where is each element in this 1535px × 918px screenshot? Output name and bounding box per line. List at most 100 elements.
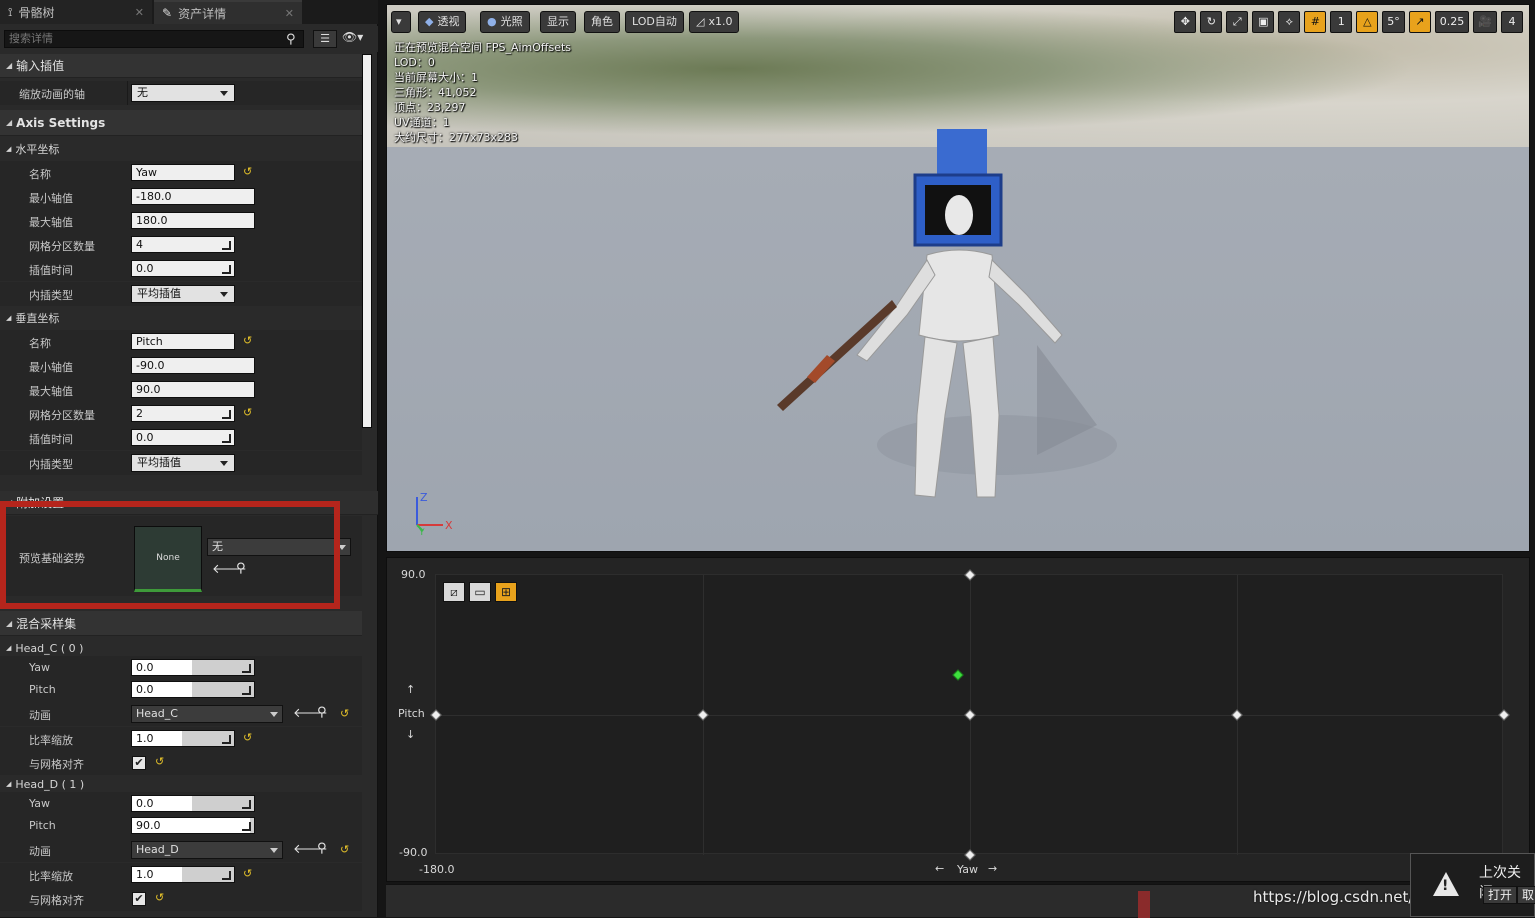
reset-icon[interactable]: ↺ [243, 165, 252, 178]
v-min-field[interactable]: -90.0 [131, 357, 255, 374]
triangulation-toggle-icon[interactable]: ⧄ [443, 582, 465, 602]
sample-point[interactable] [430, 709, 442, 721]
axis-z-label: Z [420, 491, 428, 504]
section-additional[interactable]: ◢ 附加设置 [0, 491, 378, 515]
search-input[interactable]: 搜索详情 [4, 30, 304, 48]
camera-speed-icon[interactable]: 🎥 [1473, 11, 1497, 33]
v-grid-spinbox[interactable]: 2 [131, 405, 235, 422]
field-label: Pitch [29, 683, 56, 696]
h-max-field[interactable]: 180.0 [131, 212, 255, 229]
list-view-icon[interactable]: ☰ [313, 30, 337, 48]
reset-icon[interactable]: ↺ [340, 843, 349, 856]
v-interp-type-dropdown[interactable]: 平均插值 [131, 454, 235, 472]
browse-search-icon[interactable]: ⚲ [317, 841, 327, 856]
camera-speed-value[interactable]: 4 [1501, 11, 1523, 33]
sample-point[interactable] [697, 709, 709, 721]
sample-point[interactable] [964, 709, 976, 721]
s1-anim-dropdown[interactable]: Head_D [131, 841, 283, 859]
reset-icon[interactable]: ↺ [243, 406, 252, 419]
blendspace-grid[interactable] [430, 569, 1510, 861]
s0-pitch-slider[interactable]: 0.0 [131, 681, 255, 698]
s1-snap-checkbox[interactable]: ✔ [132, 892, 146, 906]
h-grid-spinbox[interactable]: 4 [131, 236, 235, 253]
perspective-button[interactable]: ◆ 透视 [418, 11, 467, 33]
expand-icon: ◢ [6, 61, 13, 70]
sample-point[interactable] [964, 569, 976, 581]
expand-icon: ◢ [6, 145, 12, 153]
sample-point[interactable] [1498, 709, 1510, 721]
grid-snap-value[interactable]: 1 [1330, 11, 1353, 33]
tab-skeleton-tree[interactable]: ⟟ 骨骼树 ✕ [0, 0, 152, 24]
grid-snap-icon[interactable]: # [1304, 11, 1327, 33]
fit-to-view-icon[interactable]: ⊞ [495, 582, 517, 602]
surface-snap-icon[interactable]: ⟡ [1278, 11, 1301, 33]
preview-pose-dropdown[interactable]: 无 [207, 538, 351, 556]
reset-icon[interactable]: ↺ [243, 731, 252, 744]
s1-pitch-slider[interactable]: 90.0 [131, 817, 255, 834]
s0-snap-checkbox[interactable]: ✔ [132, 756, 146, 770]
section-axis-settings[interactable]: ◢ Axis Settings [0, 110, 362, 136]
open-button[interactable]: 打开 [1483, 886, 1518, 904]
snap-toolbar: ✥ ↻ ⤢ ▣ ⟡ # 1 △ 5° ↗ 0.25 🎥 4 [1174, 11, 1523, 35]
reset-icon[interactable]: ↺ [243, 334, 252, 347]
v-name-field[interactable]: Pitch [131, 333, 235, 350]
playback-speed-button[interactable]: ◿ x1.0 [689, 11, 740, 33]
s1-yaw-slider[interactable]: 0.0 [131, 795, 255, 812]
lod-button[interactable]: LOD自动 [625, 11, 684, 33]
close-icon[interactable]: ✕ [135, 6, 144, 19]
character-button[interactable]: 角色 [584, 11, 620, 33]
field-label: 内插类型 [29, 458, 73, 471]
rotation-snap-value[interactable]: 5° [1382, 11, 1405, 33]
reset-icon[interactable]: ↺ [155, 755, 164, 768]
dropdown-value: 平均插值 [137, 456, 181, 469]
h-name-field[interactable]: Yaw [131, 164, 235, 181]
reset-icon[interactable]: ↺ [243, 867, 252, 880]
dropdown-value: 平均插值 [137, 287, 181, 300]
warning-exclamation-icon: ! [1442, 878, 1449, 894]
cancel-button[interactable]: 取 [1517, 886, 1535, 904]
section-input-interp[interactable]: ◢ 输入插值 [0, 54, 362, 78]
lit-button[interactable]: ● 光照 [480, 11, 530, 33]
s0-yaw-slider[interactable]: 0.0 [131, 659, 255, 676]
row-v-grid: 网格分区数量 2 ↺ [0, 402, 362, 426]
preview-viewport[interactable]: ▾ ◆ 透视 ● 光照 显示 角色 LOD自动 ◿ x1.0 正在预览混合空间 FPS… [386, 4, 1530, 552]
v-interp-time-spinbox[interactable]: 0.0 [131, 429, 235, 446]
scale-axis-dropdown[interactable]: 无 [131, 84, 235, 102]
h-interp-time-spinbox[interactable]: 0.0 [131, 260, 235, 277]
h-min-field[interactable]: -180.0 [131, 188, 255, 205]
close-icon[interactable]: ✕ [285, 7, 294, 20]
viewport-options-button[interactable]: ▾ [391, 11, 411, 33]
rotation-snap-icon[interactable]: △ [1356, 11, 1379, 33]
rotate-icon[interactable]: ↻ [1200, 11, 1223, 33]
reset-icon[interactable]: ↺ [340, 707, 349, 720]
scale-snap-icon[interactable]: ↗ [1408, 11, 1431, 33]
row-s0-rate: 比率缩放 1.0 ↺ [0, 727, 362, 751]
sample-point[interactable] [1231, 709, 1243, 721]
scale-snap-value[interactable]: 0.25 [1434, 11, 1470, 33]
reset-icon[interactable]: ↺ [155, 891, 164, 904]
scale-icon[interactable]: ⤢ [1226, 11, 1249, 33]
v-max-field[interactable]: 90.0 [131, 381, 255, 398]
browse-search-icon[interactable]: ⚲ [236, 561, 246, 576]
h-interp-type-dropdown[interactable]: 平均插值 [131, 285, 235, 303]
eye-icon[interactable]: 👁▾ [342, 30, 363, 44]
browse-search-icon[interactable]: ⚲ [317, 705, 327, 720]
world-local-icon[interactable]: ▣ [1252, 11, 1275, 33]
s1-rate-slider[interactable]: 1.0 [131, 866, 235, 883]
preview-pose-thumbnail[interactable]: None [134, 526, 202, 592]
rifle-stock [807, 355, 835, 383]
sample-point[interactable] [964, 849, 976, 861]
search-icon[interactable]: ⚲ [286, 32, 296, 47]
tab-asset-details[interactable]: ✎ 资产详情 ✕ [154, 0, 302, 24]
timeline-playhead[interactable] [1138, 891, 1150, 918]
show-animation-names-icon[interactable]: ▭ [469, 582, 491, 602]
show-button[interactable]: 显示 [540, 11, 576, 33]
s0-rate-slider[interactable]: 1.0 [131, 730, 235, 747]
preview-point[interactable] [952, 668, 964, 681]
scrollbar[interactable] [362, 54, 372, 428]
subsection-vertical[interactable]: ◢ 垂直坐标 [0, 307, 362, 329]
translate-icon[interactable]: ✥ [1174, 11, 1197, 33]
subsection-horizontal[interactable]: ◢ 水平坐标 [0, 138, 362, 160]
s0-anim-dropdown[interactable]: Head_C [131, 705, 283, 723]
section-samples[interactable]: ◢ 混合采样集 [0, 611, 362, 636]
